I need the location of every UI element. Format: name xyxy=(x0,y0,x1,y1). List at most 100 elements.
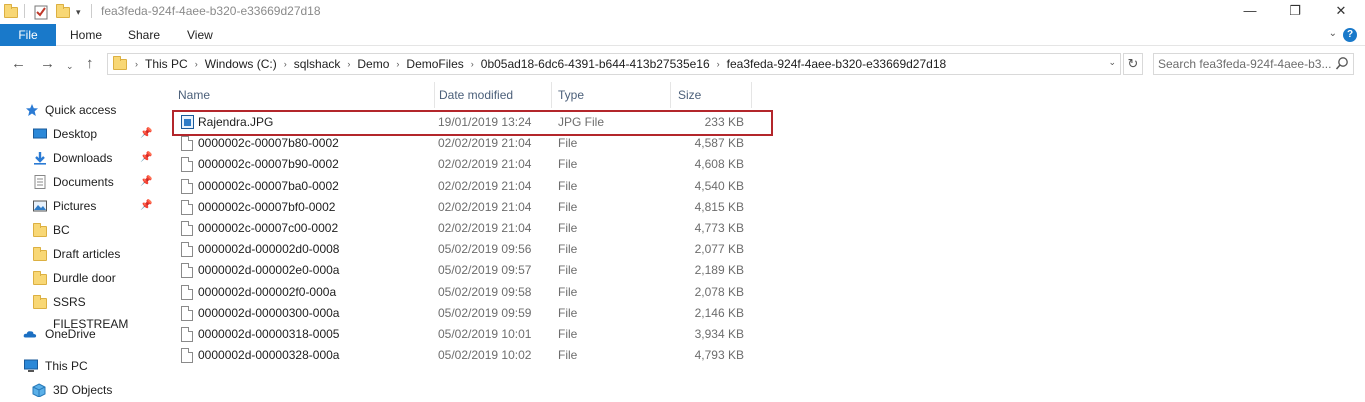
tab-view[interactable]: View xyxy=(187,24,213,46)
help-button[interactable]: ? xyxy=(1343,28,1357,42)
nav-item-3d-objects[interactable]: 3D Objects xyxy=(0,379,158,401)
file-row[interactable]: 0000002c-00007bf0-0002 02/02/2019 21:04 Fi… xyxy=(172,197,772,218)
nav-item-draft-articles[interactable]: Draft articles xyxy=(0,243,158,265)
file-row[interactable]: 0000002d-000002d0-0008 05/02/2019 09:56 Fi… xyxy=(172,239,772,260)
breadcrumb-separator[interactable]: › xyxy=(192,59,201,69)
file-size: 3,934 KB xyxy=(694,327,744,341)
file-date-modified: 05/02/2019 10:02 xyxy=(438,348,532,363)
breadcrumb-separator[interactable]: › xyxy=(132,59,141,69)
file-type: File xyxy=(558,157,578,172)
nav-item-desktop[interactable]: Desktop 📌 xyxy=(0,123,158,145)
recent-locations-icon[interactable]: ⌄ xyxy=(66,58,74,74)
minimize-button[interactable]: — xyxy=(1240,2,1260,20)
tab-file[interactable]: File xyxy=(0,24,56,46)
search-box[interactable] xyxy=(1153,53,1354,75)
nav-item-quick-access[interactable]: Quick access xyxy=(0,99,158,121)
properties-icon[interactable] xyxy=(33,3,49,21)
file-row[interactable]: 0000002d-00000318-0005 05/02/2019 10:01 Fi… xyxy=(172,324,772,345)
file-name: 0000002d-000002f0-000a xyxy=(198,284,337,299)
forward-button[interactable]: → xyxy=(40,56,55,72)
breadcrumb-current-folder[interactable]: fea3feda-924f-4aee-b320-e33669d27d18 xyxy=(723,57,951,71)
nav-item-onedrive[interactable]: OneDrive xyxy=(0,323,158,345)
file-name: 0000002d-00000300-000a xyxy=(198,305,340,320)
file-row[interactable]: 0000002d-00000328-000a 05/02/2019 10:02 Fi… xyxy=(172,345,772,366)
file-date-modified: 05/02/2019 09:59 xyxy=(438,305,532,320)
folder-icon xyxy=(33,295,47,309)
folder-icon xyxy=(33,271,47,285)
back-button[interactable]: ← xyxy=(11,56,26,72)
file-icon xyxy=(181,327,193,342)
column-divider[interactable] xyxy=(670,82,671,108)
file-name: 0000002c-00007c00-0002 xyxy=(198,221,339,235)
search-input[interactable] xyxy=(1158,56,1333,72)
file-name: 0000002c-00007ba0-0002 xyxy=(198,178,339,193)
breadcrumb-separator[interactable]: › xyxy=(393,59,402,69)
address-dropdown-icon[interactable]: ⌄ xyxy=(1108,57,1116,68)
file-size: 2,078 KB xyxy=(694,284,744,299)
tab-share[interactable]: Share xyxy=(128,24,160,46)
file-date-modified: 02/02/2019 21:04 xyxy=(438,199,532,214)
breadcrumb-this-pc[interactable]: This PC xyxy=(141,57,192,71)
breadcrumb-demo[interactable]: Demo xyxy=(353,57,393,71)
file-icon xyxy=(181,242,193,258)
file-row[interactable]: 0000002d-000002e0-000a 05/02/2019 09:57 Fi… xyxy=(172,260,772,281)
file-row[interactable]: 0000002c-00007b90-0002 02/02/2019 21:04 Fi… xyxy=(172,154,772,175)
breadcrumb-sqlshack[interactable]: sqlshack xyxy=(290,57,345,71)
nav-item-pictures[interactable]: Pictures 📌 xyxy=(0,195,158,217)
file-row[interactable]: 0000002c-00007b80-0002 02/02/2019 21:04 Fi… xyxy=(172,133,772,154)
pin-icon[interactable]: 📌 xyxy=(140,171,152,193)
star-icon xyxy=(26,104,38,116)
file-type: File xyxy=(558,221,578,235)
file-size: 4,773 KB xyxy=(694,221,744,235)
file-type: File xyxy=(558,263,578,278)
column-header-date-modified[interactable]: Date modified xyxy=(434,82,552,108)
breadcrumb-windows-c[interactable]: Windows (C:) xyxy=(201,57,281,71)
nav-item-documents[interactable]: Documents 📌 xyxy=(0,171,158,193)
column-header-size[interactable]: Size xyxy=(673,82,751,108)
nav-item-ssrs-filestream[interactable]: SSRS FILESTREAM xyxy=(0,291,158,331)
file-type: File xyxy=(558,284,578,299)
file-name: 0000002d-000002e0-000a xyxy=(198,263,340,278)
close-button[interactable]: ✕ xyxy=(1331,2,1351,20)
file-row[interactable]: 0000002c-00007ba0-0002 02/02/2019 21:04 Fi… xyxy=(172,176,772,197)
breadcrumb-separator[interactable]: › xyxy=(714,59,723,69)
nav-item-label: Downloads xyxy=(53,151,113,165)
nav-item-label: 3D Objects xyxy=(53,383,113,397)
nav-item-label: Draft articles xyxy=(53,247,121,261)
file-row[interactable]: 0000002c-00007c00-0002 02/02/2019 21:04 Fi… xyxy=(172,218,772,239)
file-size: 4,540 KB xyxy=(694,178,744,193)
file-name: 0000002d-00000328-000a xyxy=(198,348,340,363)
nav-item-durdle-door[interactable]: Durdle door xyxy=(0,267,158,289)
breadcrumb: › This PC › Windows (C:) › sqlshack › De… xyxy=(132,57,950,71)
search-icon[interactable] xyxy=(1335,56,1349,72)
file-row[interactable]: 0000002d-000002f0-000a 05/02/2019 09:58 Fi… xyxy=(172,282,772,303)
column-divider[interactable] xyxy=(751,82,752,108)
pin-icon[interactable]: 📌 xyxy=(140,147,152,169)
file-date-modified: 02/02/2019 21:04 xyxy=(438,221,532,235)
new-folder-icon[interactable] xyxy=(56,3,70,21)
window-title: fea3feda-924f-4aee-b320-e33669d27d18 xyxy=(101,4,321,18)
column-divider[interactable] xyxy=(551,82,552,108)
breadcrumb-guid-folder[interactable]: 0b05ad18-6dc6-4391-b644-413b27535e16 xyxy=(477,57,714,71)
address-bar[interactable]: › This PC › Windows (C:) › sqlshack › De… xyxy=(107,53,1121,75)
file-icon xyxy=(181,136,193,152)
nav-item-downloads[interactable]: Downloads 📌 xyxy=(0,147,158,169)
nav-item-this-pc[interactable]: This PC xyxy=(0,355,158,377)
customize-quick-access-icon[interactable]: ▾ xyxy=(76,3,81,21)
tab-home[interactable]: Home xyxy=(70,24,102,46)
breadcrumb-separator[interactable]: › xyxy=(468,59,477,69)
column-header-type[interactable]: Type xyxy=(553,82,671,108)
breadcrumb-separator[interactable]: › xyxy=(281,59,290,69)
file-icon xyxy=(181,178,193,194)
breadcrumb-separator[interactable]: › xyxy=(344,59,353,69)
file-row[interactable]: 0000002d-00000300-000a 05/02/2019 09:59 Fi… xyxy=(172,303,772,324)
refresh-button[interactable]: ↻ xyxy=(1123,53,1143,75)
pin-icon[interactable]: 📌 xyxy=(140,195,152,217)
up-button[interactable]: ↑ xyxy=(86,56,94,72)
nav-item-bc[interactable]: BC xyxy=(0,219,158,241)
pin-icon[interactable]: 📌 xyxy=(140,123,152,145)
expand-ribbon-icon[interactable]: ⌄ xyxy=(1329,28,1337,39)
column-header-name[interactable]: Name xyxy=(173,82,435,108)
maximize-button[interactable]: ❐ xyxy=(1285,2,1305,20)
breadcrumb-demofiles[interactable]: DemoFiles xyxy=(402,57,467,71)
